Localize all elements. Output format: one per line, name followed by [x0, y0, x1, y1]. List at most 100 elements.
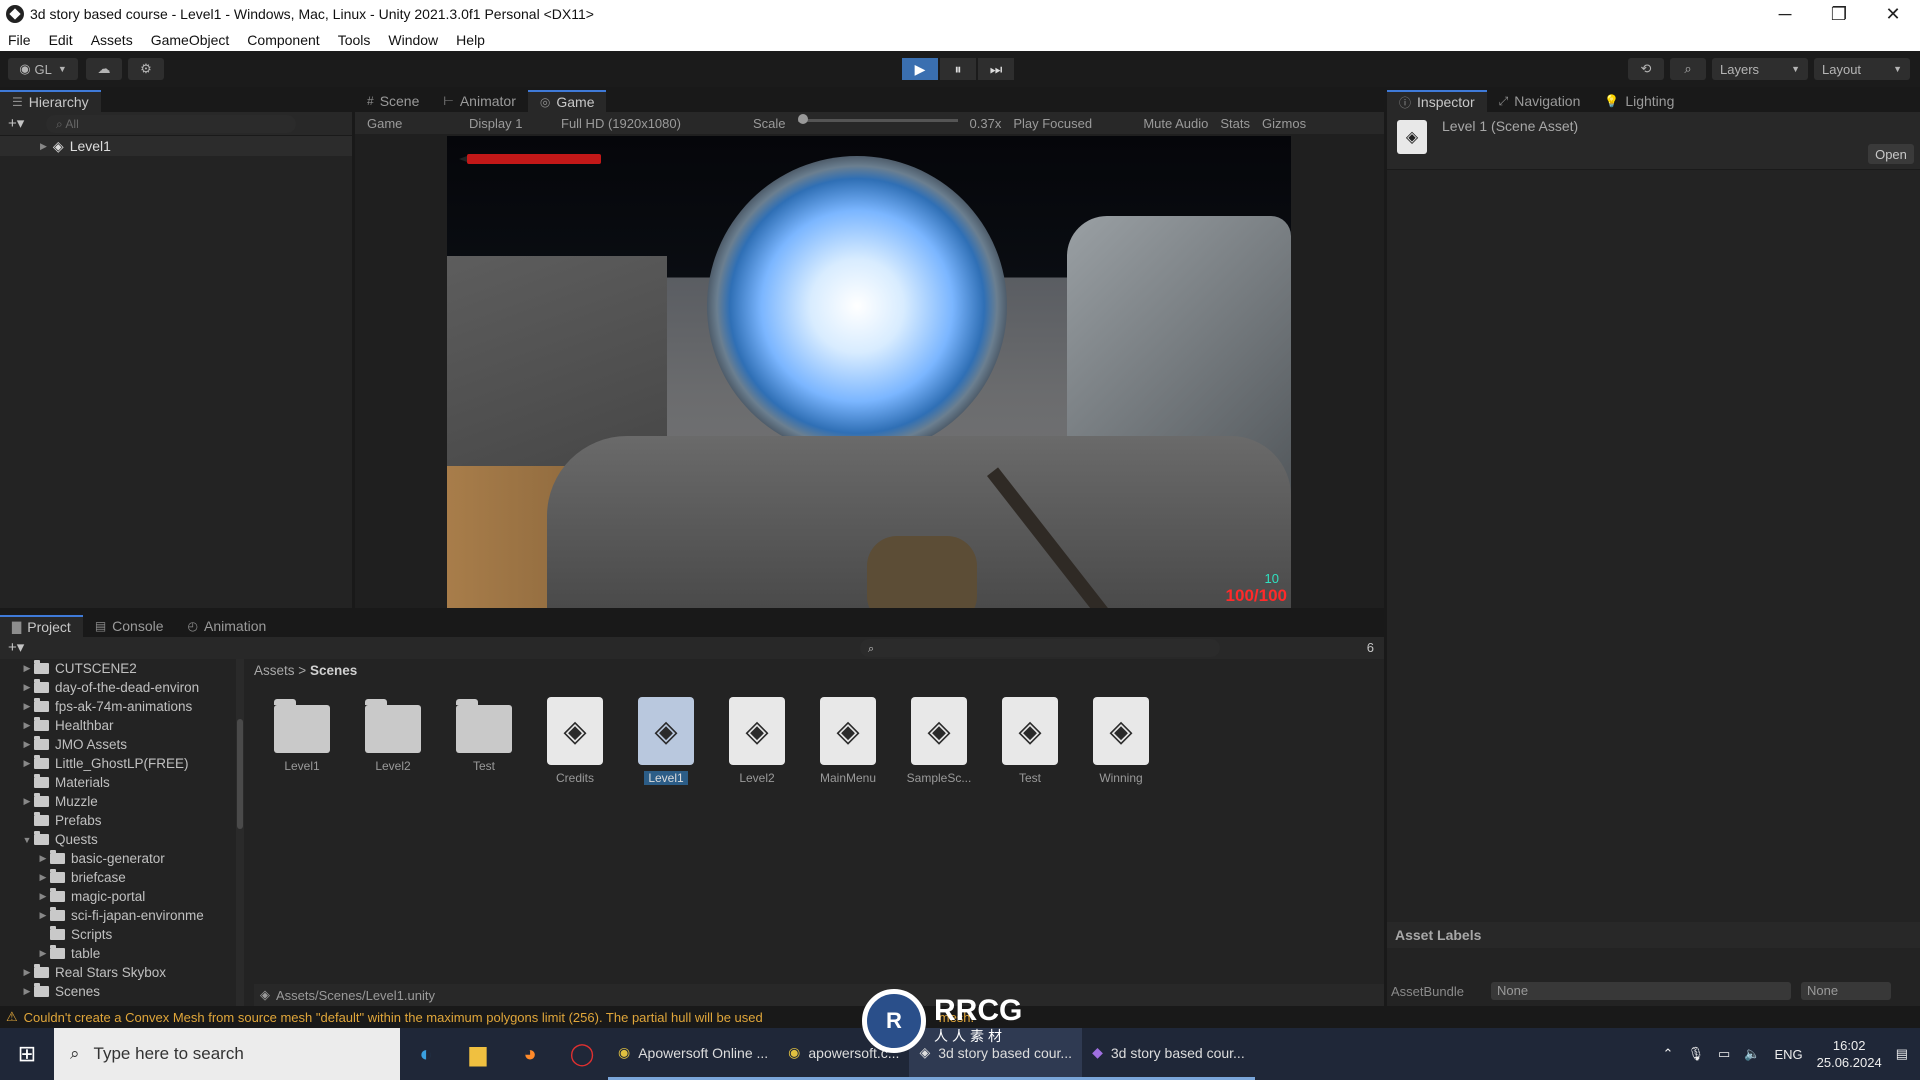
expand-right-icon[interactable]: ▶ — [20, 967, 34, 978]
tree-item[interactable]: ▶ Healthbar — [0, 716, 246, 735]
tab-hierarchy[interactable]: ☰ Hierarchy — [0, 90, 101, 112]
expand-right-icon[interactable]: ▶ — [20, 720, 34, 731]
resolution-dropdown[interactable]: Full HD (1920x1080) — [561, 116, 741, 131]
clock[interactable]: 16:02 25.06.2024 — [1817, 1037, 1882, 1071]
tab-lighting[interactable]: 💡 Lighting — [1592, 90, 1686, 112]
asset-scene[interactable]: ◈ Test — [990, 697, 1070, 797]
game-mode-dropdown[interactable]: Game — [367, 116, 457, 131]
tab-navigation[interactable]: ⤢ Navigation — [1487, 90, 1593, 112]
start-button[interactable]: ⊞ — [0, 1028, 54, 1080]
tree-item[interactable]: ▶ JMO Assets — [0, 735, 246, 754]
tree-item[interactable]: ▶ briefcase — [0, 868, 246, 887]
asset-scene[interactable]: ◈ Credits — [535, 697, 615, 797]
microphone-icon[interactable]: 🎙 — [1687, 1046, 1704, 1062]
asset-folder[interactable]: Test — [444, 697, 524, 797]
tree-item[interactable]: ▶ Little_GhostLP(FREE) — [0, 754, 246, 773]
edge-icon[interactable]: ◐ — [400, 1028, 452, 1080]
expand-right-icon[interactable]: ▶ — [36, 891, 50, 902]
display-dropdown[interactable]: Display 1 — [469, 116, 549, 131]
file-explorer-icon[interactable]: ▆ — [452, 1028, 504, 1080]
layers-dropdown[interactable]: Layers ▼ — [1712, 58, 1808, 80]
tree-item[interactable]: Prefabs — [0, 811, 246, 830]
asset-scene[interactable]: ◈ Winning — [1081, 697, 1161, 797]
tab-project[interactable]: ▇ Project — [0, 615, 83, 637]
tree-item[interactable]: ▶ fps-ak-74m-animations — [0, 697, 246, 716]
gizmos-toggle[interactable]: Gizmos — [1262, 116, 1306, 131]
notification-icon[interactable]: ▤ — [1896, 1046, 1908, 1062]
add-icon[interactable]: +▾ — [8, 114, 24, 132]
add-icon[interactable]: +▾ — [8, 638, 24, 656]
asset-variant-dropdown[interactable]: None — [1801, 982, 1891, 1000]
menu-gameobject[interactable]: GameObject — [151, 32, 230, 48]
network-icon[interactable]: ▭ — [1718, 1046, 1730, 1062]
open-button[interactable]: Open — [1868, 144, 1914, 164]
tree-item[interactable]: ▶ Real Stars Skybox — [0, 963, 246, 982]
expand-right-icon[interactable]: ▶ — [20, 986, 34, 997]
expand-right-icon[interactable]: ▶ — [20, 739, 34, 750]
mute-audio-toggle[interactable]: Mute Audio — [1143, 116, 1208, 131]
breadcrumb-current[interactable]: Scenes — [310, 663, 357, 678]
expand-right-icon[interactable]: ▶ — [36, 872, 50, 883]
expand-down-icon[interactable]: ▼ — [20, 835, 34, 845]
menu-edit[interactable]: Edit — [49, 32, 73, 48]
menu-assets[interactable]: Assets — [91, 32, 133, 48]
tree-item[interactable]: Scripts — [0, 925, 246, 944]
restore-button[interactable]: ❐ — [1812, 0, 1866, 28]
play-focused-dropdown[interactable]: Play Focused — [1013, 116, 1131, 131]
cloud-button[interactable]: ☁ — [86, 58, 122, 80]
collab-button[interactable]: ⚙ — [128, 58, 164, 80]
history-button[interactable]: ⟲ — [1628, 58, 1664, 80]
tree-item[interactable]: ▶ CUTSCENE2 — [0, 659, 246, 678]
close-button[interactable]: ✕ — [1866, 0, 1920, 28]
asset-scene[interactable]: ◈ Level1 — [626, 697, 706, 797]
game-render-view[interactable]: 10 100/100 — [447, 136, 1291, 608]
tab-scene[interactable]: # Scene — [355, 90, 431, 112]
menu-tools[interactable]: Tools — [338, 32, 371, 48]
volume-icon[interactable]: 🔈 — [1744, 1046, 1760, 1062]
tree-item[interactable]: ▶ table — [0, 944, 246, 963]
expand-right-icon[interactable]: ▶ — [36, 910, 50, 921]
asset-folder[interactable]: Level1 — [262, 697, 342, 797]
tab-game[interactable]: ◎ Game — [527, 90, 607, 112]
menu-component[interactable]: Component — [247, 32, 319, 48]
tree-item[interactable]: Materials — [0, 773, 246, 792]
expand-right-icon[interactable]: ▶ — [20, 701, 34, 712]
tree-item[interactable]: ▶ day-of-the-dead-environ — [0, 678, 246, 697]
tree-scrollbar-thumb[interactable] — [237, 719, 243, 829]
account-dropdown[interactable]: ◉ GL ▼ — [8, 58, 78, 80]
expand-right-icon[interactable]: ▶ — [20, 758, 34, 769]
taskbar-app-visual-studio[interactable]: ◆ 3d story based cour... — [1082, 1028, 1255, 1080]
tab-animation[interactable]: ◴ Animation — [176, 615, 279, 637]
asset-scene[interactable]: ◈ MainMenu — [808, 697, 888, 797]
scale-slider[interactable] — [797, 113, 958, 124]
opera-icon[interactable]: ◯ — [556, 1028, 608, 1080]
minimize-button[interactable]: ─ — [1758, 0, 1812, 28]
tab-console[interactable]: ▤ Console — [83, 615, 176, 637]
asset-scene[interactable]: ◈ SampleSc... — [899, 697, 979, 797]
taskbar-app-apowersoft[interactable]: ◉ Apowersoft Online ... — [608, 1028, 779, 1080]
expand-right-icon[interactable]: ▶ — [36, 853, 50, 864]
pause-button[interactable]: ⏸ — [940, 58, 976, 80]
search-button[interactable]: ⌕ — [1670, 58, 1706, 80]
expand-right-icon[interactable]: ▶ — [20, 663, 34, 674]
layout-dropdown[interactable]: Layout ▼ — [1814, 58, 1910, 80]
tree-item[interactable]: ▶ Scenes — [0, 982, 246, 1001]
expand-right-icon[interactable]: ▶ — [20, 682, 34, 693]
asset-folder[interactable]: Level2 — [353, 697, 433, 797]
scale-slider-thumb[interactable] — [797, 113, 808, 124]
project-search-input[interactable]: ⌕ — [860, 639, 1220, 657]
expand-right-icon[interactable]: ▶ — [20, 796, 34, 807]
play-button[interactable]: ▶ — [902, 58, 938, 80]
tree-item[interactable]: ▼ Quests — [0, 830, 246, 849]
tree-item[interactable]: ▶ magic-portal — [0, 887, 246, 906]
asset-bundle-dropdown[interactable]: None — [1491, 982, 1791, 1000]
hierarchy-item-level1[interactable]: ▶ ◈ Level1 — [0, 136, 352, 156]
tab-inspector[interactable]: ⓘ Inspector — [1387, 90, 1487, 112]
step-button[interactable]: ⏭ — [978, 58, 1014, 80]
tree-scrollbar[interactable] — [236, 659, 244, 1006]
chevron-up-icon[interactable]: ⌃ — [1663, 1046, 1674, 1062]
language-indicator[interactable]: ENG — [1774, 1047, 1802, 1062]
breadcrumb-root[interactable]: Assets — [254, 663, 295, 678]
menu-window[interactable]: Window — [388, 32, 438, 48]
tab-animator[interactable]: ⊢ Animator — [431, 90, 527, 112]
